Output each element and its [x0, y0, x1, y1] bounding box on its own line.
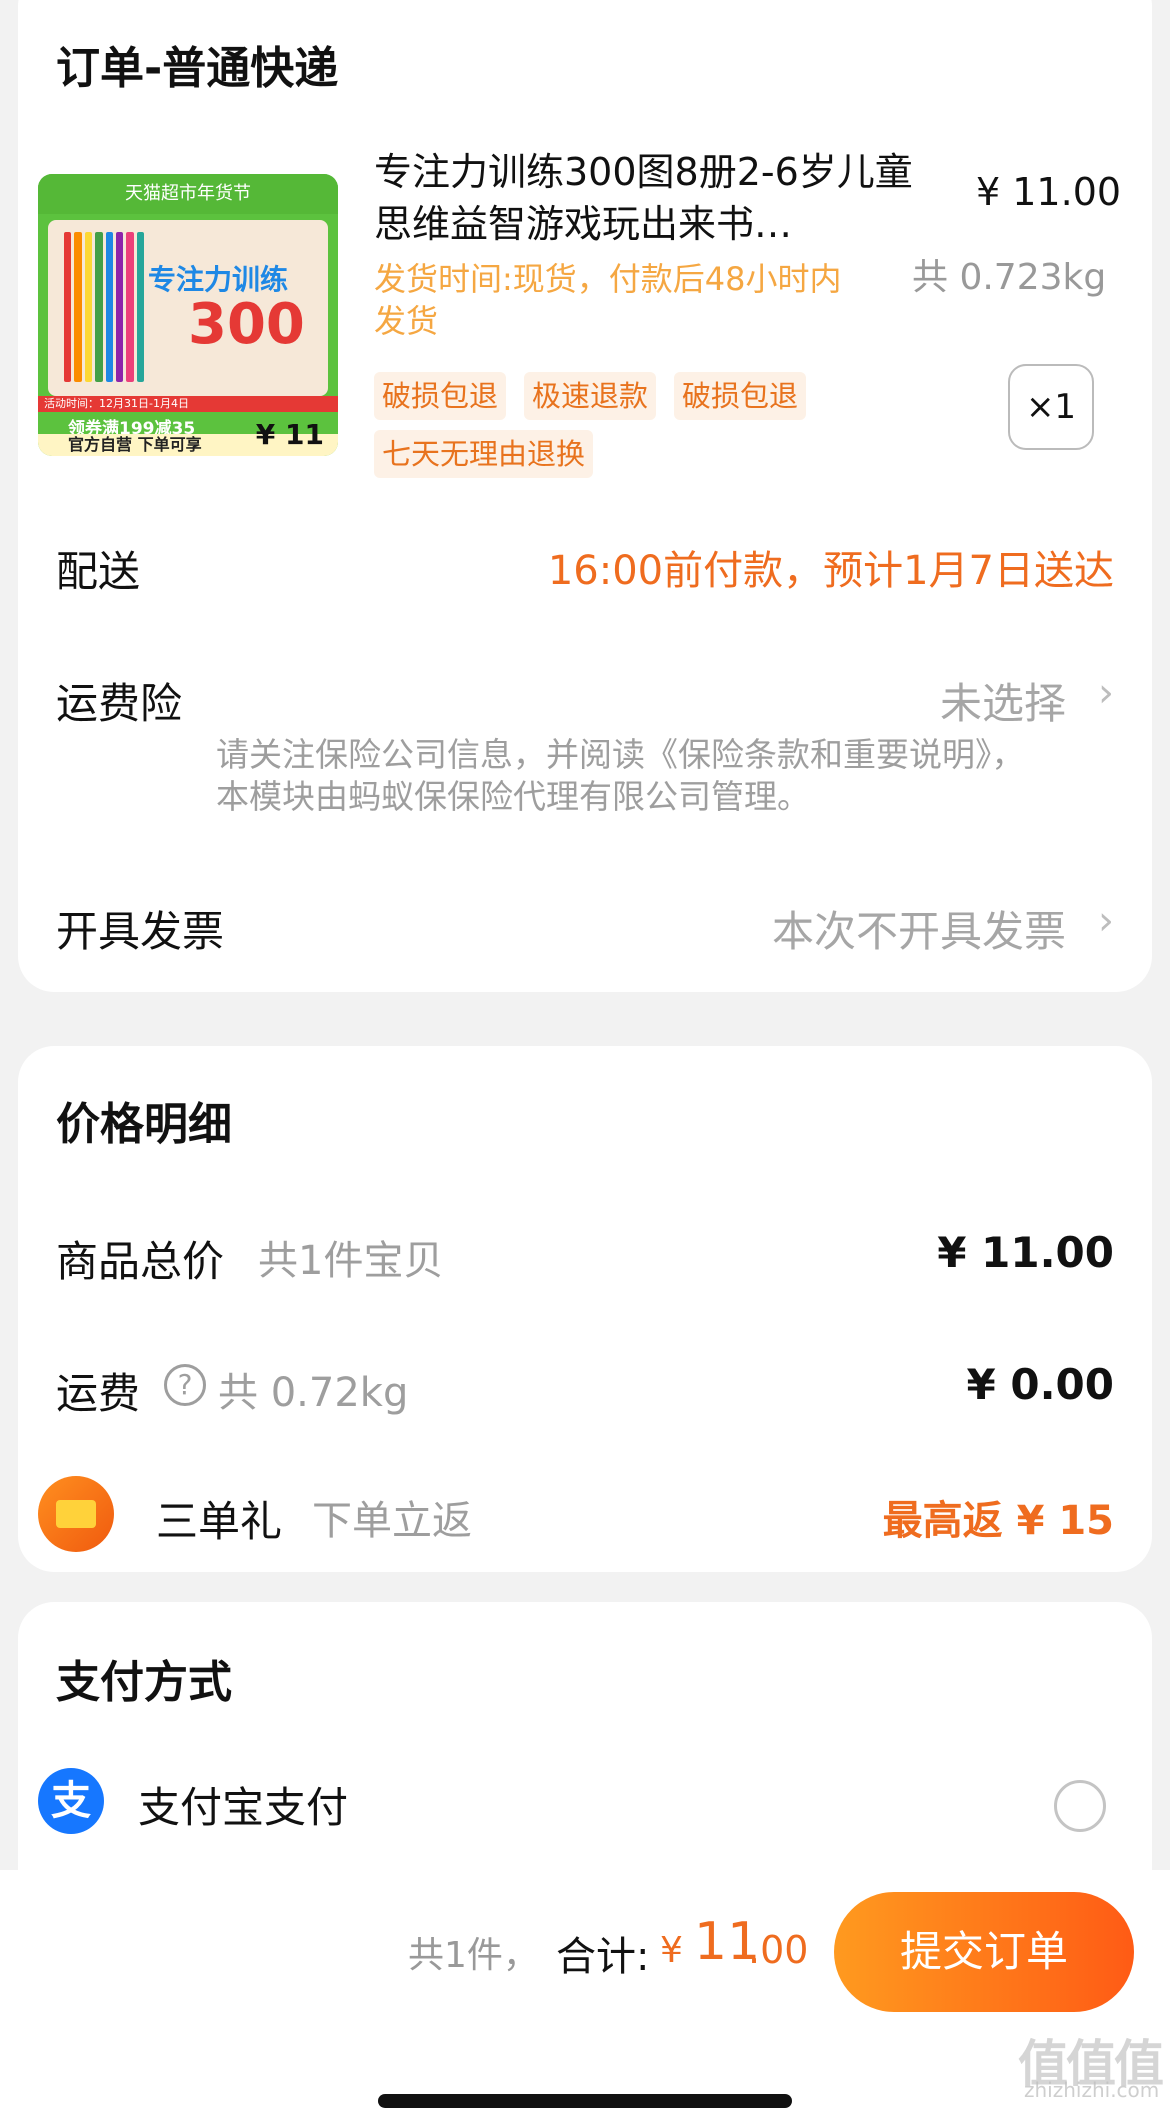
product-title[interactable]: 专注力训练300图8册2-6岁儿童思维益智游戏玩出来书… [374, 146, 934, 250]
alipay-label[interactable]: 支付宝支付 [138, 1774, 348, 1835]
invoice-label[interactable]: 开具发票 [56, 898, 224, 959]
insurance-notice: 请关注保险公司信息，并阅读《保险条款和重要说明》，本模块由蚂蚁保保险代理有限公司… [216, 735, 1025, 816]
delivery-estimate: 16:00前付款，预计1月7日送达 [547, 548, 1114, 594]
price-detail-title: 价格明细 [56, 1099, 232, 1150]
watermark-url: zhizhizhi.com [1024, 2078, 1160, 2102]
help-icon[interactable]: ? [164, 1364, 206, 1406]
insurance-value[interactable]: 未选择 [940, 670, 1066, 731]
goods-total-label: 商品总价 [56, 1237, 225, 1286]
payment-title: 支付方式 [56, 1657, 232, 1708]
home-indicator[interactable] [378, 2094, 792, 2108]
footer-count: 共1件， [408, 1935, 539, 1976]
footer-amount-decimal: .00 [748, 1928, 809, 1972]
product-price: ¥ 11.00 [976, 170, 1122, 214]
gift-icon [38, 1476, 114, 1552]
gift-label[interactable]: 三单礼 [156, 1488, 282, 1549]
alipay-radio[interactable] [1054, 1780, 1106, 1832]
insurance-label[interactable]: 运费险 [56, 670, 182, 731]
alipay-icon: 支 [38, 1768, 104, 1834]
goods-total-value: ¥ 11.00 [937, 1228, 1114, 1277]
service-tag: 破损包退 [674, 372, 807, 420]
order-title: 订单-普通快递 [56, 43, 339, 94]
ship-time: 发货时间:现货，付款后48小时内发货 [374, 260, 842, 340]
product-image-banner: 天猫超市年货节 [38, 174, 338, 214]
gift-value[interactable]: 最高返 ¥ 15 [883, 1488, 1114, 1546]
invoice-value[interactable]: 本次不开具发票 [772, 898, 1066, 959]
product-image[interactable]: 天猫超市年货节 专注力训练 300 活动时间：12月31日-1月4日 领券满19… [38, 174, 338, 456]
goods-count: 共1件宝贝 [258, 1238, 444, 1284]
shipping-fee-label: 运费 [56, 1369, 141, 1418]
quantity-stepper[interactable]: ×1 [1008, 364, 1094, 450]
shipping-weight: 共 0.72kg [218, 1370, 409, 1416]
product-image-date: 活动时间：12月31日-1月4日 [38, 396, 338, 412]
service-tag: 七天无理由退换 [374, 430, 594, 478]
footer-total-label: 合计: [556, 1934, 650, 1980]
service-tag: 破损包退 [374, 372, 507, 420]
service-tag: 极速退款 [524, 372, 657, 420]
delivery-label: 配送 [56, 547, 141, 596]
product-image-number: 300 [188, 292, 305, 357]
book-spines [64, 232, 144, 382]
product-weight: 共 0.723kg [912, 257, 1107, 298]
footer-currency: ¥ [660, 1930, 683, 1971]
submit-order-button[interactable]: 提交订单 [834, 1892, 1134, 2012]
product-image-price: ¥ 11 [255, 418, 324, 451]
shipping-fee-value: ¥ 0.00 [966, 1360, 1114, 1409]
chevron-right-icon[interactable]: › [1098, 670, 1114, 716]
chevron-right-icon[interactable]: › [1098, 898, 1114, 944]
gift-sub: 下单立返 [312, 1498, 472, 1544]
